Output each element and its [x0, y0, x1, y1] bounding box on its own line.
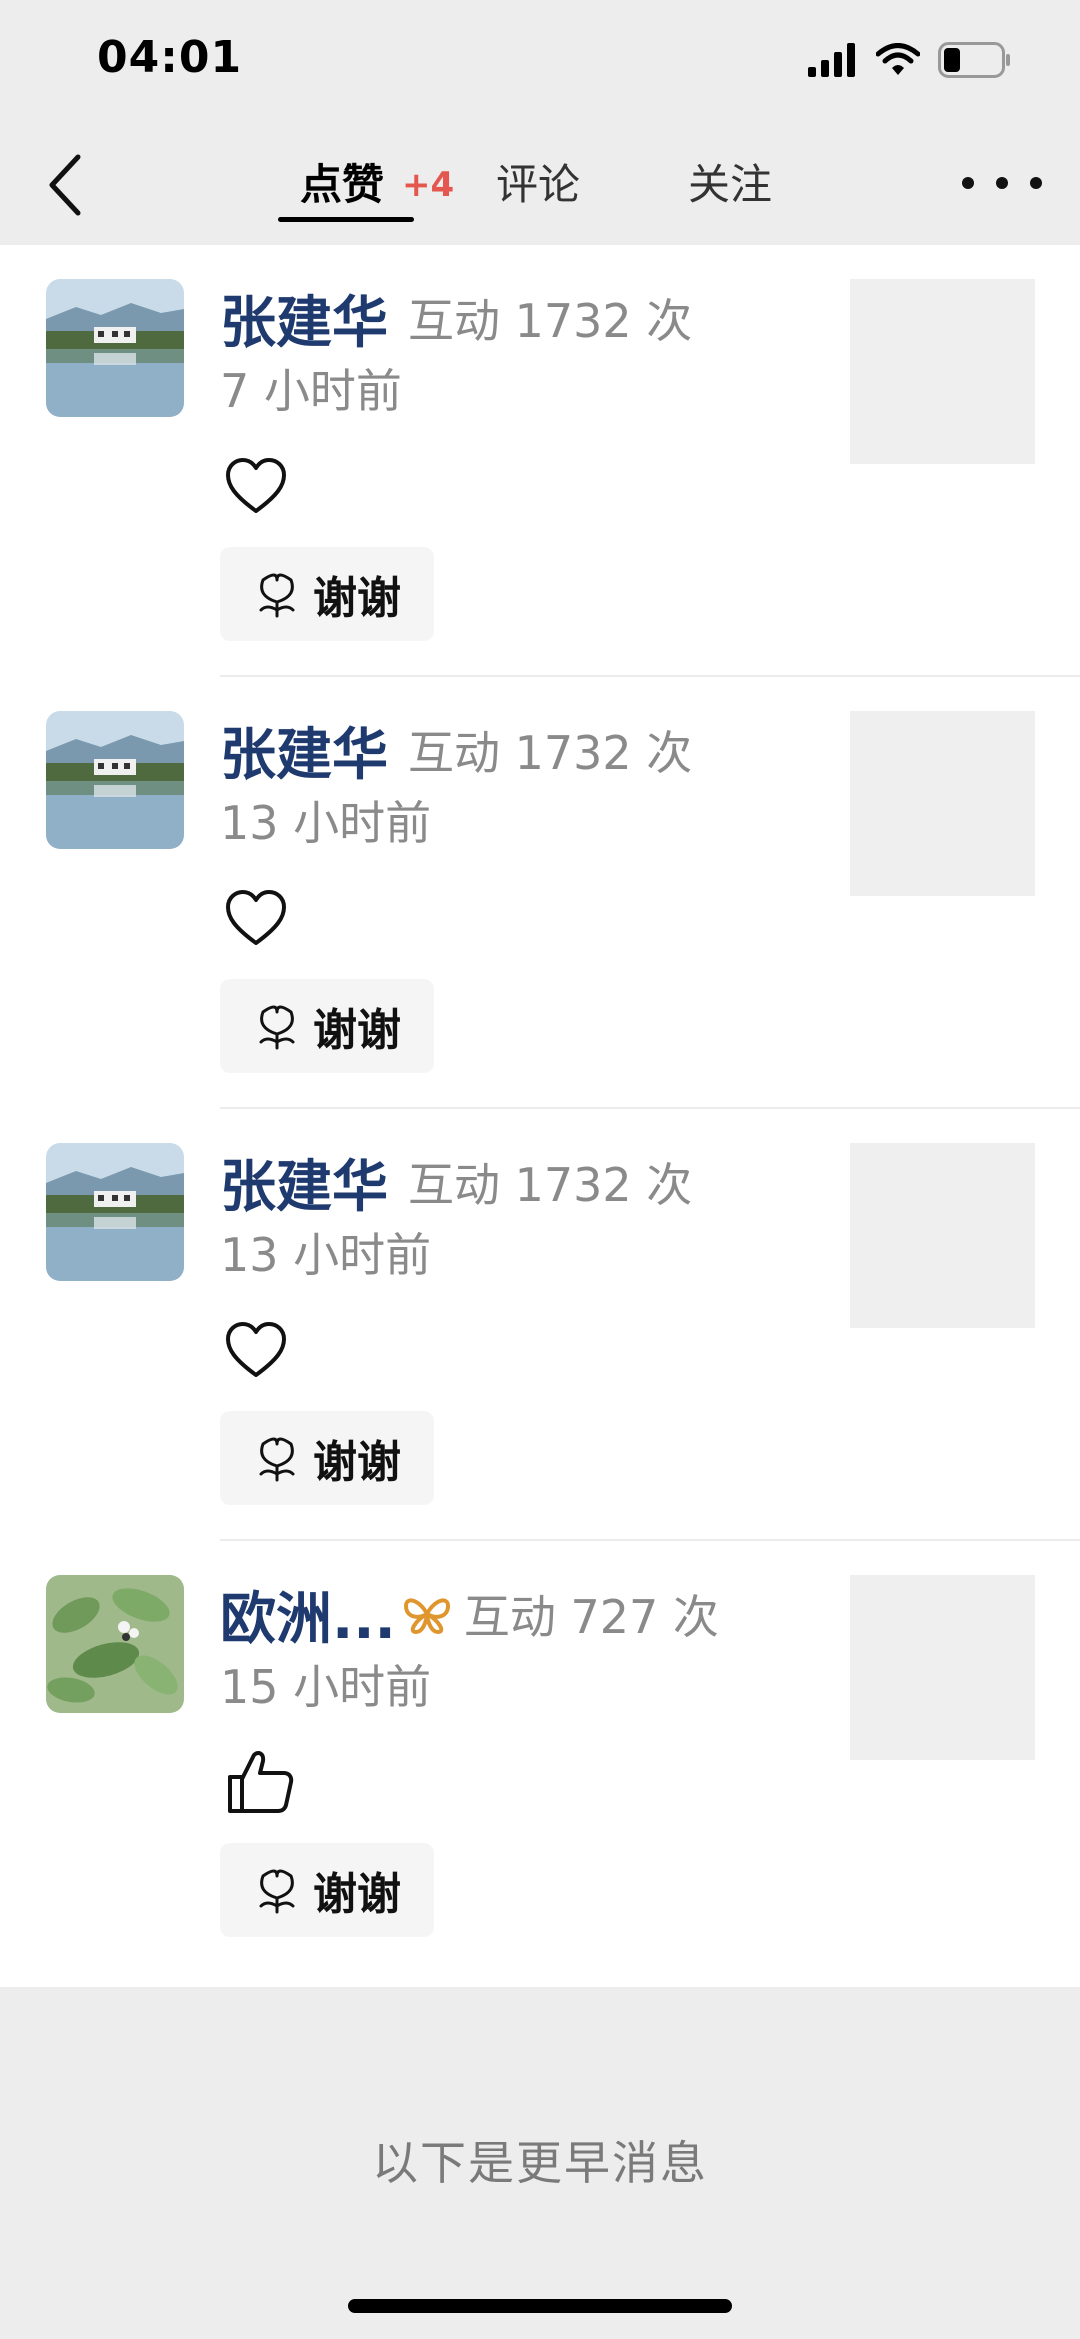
timestamp: 7 小时前: [220, 364, 402, 418]
earlier-messages-section: 以下是更早消息: [0, 1987, 1080, 2339]
list-item[interactable]: 张建华 互动 1732 次 13 小时前 谢谢: [0, 677, 1080, 1109]
plant-avatar-image: [46, 1575, 184, 1713]
tab-comments[interactable]: 评论: [496, 155, 580, 215]
post-thumbnail[interactable]: [850, 1575, 1035, 1760]
tab-likes-badge: +4: [402, 165, 455, 205]
list-item[interactable]: 欧洲... 互动 727 次 15 小时前 谢谢: [0, 1541, 1080, 1987]
avatar[interactable]: [46, 279, 184, 417]
landscape-avatar-image: [46, 279, 184, 417]
post-thumbnail[interactable]: [850, 279, 1035, 464]
status-icons: [808, 40, 1012, 80]
landscape-avatar-image: [46, 711, 184, 849]
user-name[interactable]: 张建华: [220, 710, 388, 791]
flower-icon: [259, 1005, 295, 1050]
thanks-button[interactable]: 谢谢: [220, 1411, 434, 1505]
tab-follows[interactable]: 关注: [688, 155, 772, 215]
home-indicator[interactable]: [348, 2299, 732, 2313]
avatar[interactable]: [46, 1575, 184, 1713]
active-tab-indicator: [278, 217, 414, 222]
thanks-label: 谢谢: [313, 1869, 401, 1920]
more-button[interactable]: [962, 163, 1042, 203]
thanks-button[interactable]: 谢谢: [220, 1843, 434, 1937]
user-name[interactable]: 欧洲...: [220, 1574, 396, 1655]
back-button[interactable]: [38, 145, 94, 225]
name-row: 张建华 互动 1732 次: [220, 283, 693, 356]
heart-icon: [226, 1322, 286, 1377]
thanks-label: 谢谢: [313, 1437, 401, 1488]
name-row: 张建华 互动 1732 次: [220, 715, 693, 788]
timestamp: 13 小时前: [220, 1228, 432, 1282]
user-name[interactable]: 张建华: [220, 278, 388, 359]
thanks-label: 谢谢: [313, 573, 401, 624]
ellipsis-icon: [962, 177, 974, 189]
timestamp: 15 小时前: [220, 1660, 432, 1714]
earlier-messages-label[interactable]: 以下是更早消息: [0, 2127, 1080, 2193]
chevron-left-icon: [49, 154, 81, 216]
status-time: 04:01: [97, 32, 243, 83]
flower-icon: [259, 1437, 295, 1482]
wifi-icon: [876, 43, 920, 75]
tab-likes[interactable]: 点赞: [300, 155, 384, 215]
landscape-avatar-image: [46, 1143, 184, 1281]
interaction-count: 互动 727 次: [463, 1590, 719, 1644]
flower-icon: [259, 1869, 295, 1914]
post-thumbnail[interactable]: [850, 711, 1035, 896]
thanks-button[interactable]: 谢谢: [220, 979, 434, 1073]
vip-butterfly-icon: [402, 1594, 452, 1634]
like-notification-list: 张建华 互动 1732 次 7 小时前 谢谢 张建华 互动 1732 次 13 …: [0, 245, 1080, 1987]
battery-icon: [938, 42, 1010, 78]
list-item[interactable]: 张建华 互动 1732 次 7 小时前 谢谢: [0, 245, 1080, 677]
cellular-signal-icon: [808, 43, 855, 77]
interaction-count: 互动 1732 次: [408, 726, 693, 780]
post-thumbnail[interactable]: [850, 1143, 1035, 1328]
flower-icon: [259, 573, 295, 618]
nav-bar: 点赞 +4 评论 关注: [0, 125, 1080, 245]
interaction-count: 互动 1732 次: [408, 294, 693, 348]
thanks-label: 谢谢: [313, 1005, 401, 1056]
timestamp: 13 小时前: [220, 796, 432, 850]
thumbs-up-icon: [228, 1751, 294, 1813]
thanks-button[interactable]: 谢谢: [220, 547, 434, 641]
name-row: 欧洲... 互动 727 次: [220, 1579, 719, 1652]
list-item[interactable]: 张建华 互动 1732 次 13 小时前 谢谢: [0, 1109, 1080, 1541]
status-bar: 04:01: [0, 0, 1080, 125]
interaction-count: 互动 1732 次: [408, 1158, 693, 1212]
avatar[interactable]: [46, 1143, 184, 1281]
heart-icon: [226, 890, 286, 945]
avatar[interactable]: [46, 711, 184, 849]
name-row: 张建华 互动 1732 次: [220, 1147, 693, 1220]
user-name[interactable]: 张建华: [220, 1142, 388, 1223]
heart-icon: [226, 458, 286, 513]
